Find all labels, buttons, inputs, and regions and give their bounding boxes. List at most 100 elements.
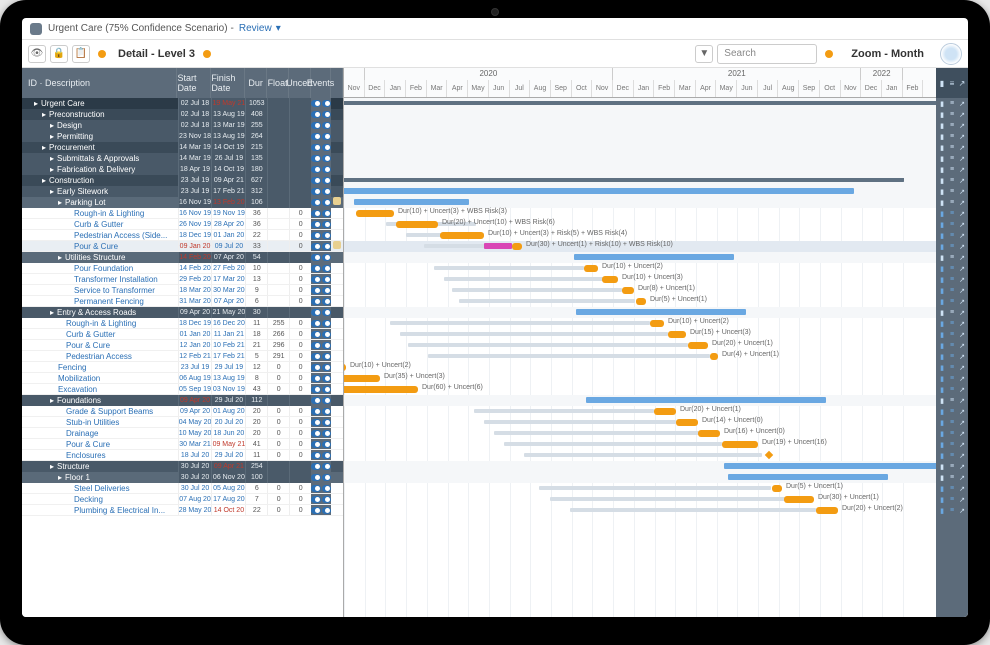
arrow-icon[interactable]: ↗ [958,232,966,240]
bars-icon[interactable]: ≡ [948,474,956,482]
arrow-icon[interactable]: ↗ [958,144,966,152]
bars-icon[interactable]: ≡ [948,485,956,493]
bars-icon[interactable]: ≡ [948,276,956,284]
bars-icon[interactable]: ≡ [948,199,956,207]
toggle-icon[interactable] [322,287,331,294]
chart-icon[interactable]: ▮ [938,265,946,273]
gantt-row[interactable]: Dur(16) + Uncert(0) [344,428,936,439]
bars-icon[interactable]: ≡ [948,397,956,405]
chart-icon[interactable]: ▮ [938,441,946,449]
expand-icon[interactable]: ▸ [50,165,54,174]
bars-icon[interactable]: ≡ [948,188,956,196]
toggle-icon[interactable] [311,397,320,404]
toggle-icon[interactable] [311,375,320,382]
chart-icon[interactable]: ▮ [938,100,946,108]
bars-icon[interactable]: ≡ [948,430,956,438]
task-row[interactable]: Pour Foundation14 Feb 2027 Feb 20100 [22,263,343,274]
toggle-icon[interactable] [311,188,320,195]
task-row[interactable]: Plumbing & Electrical In...28 May 2014 O… [22,505,343,516]
toggle-icon[interactable] [322,133,331,140]
toggle-icon[interactable] [322,265,331,272]
arrow-icon[interactable]: ↗ [958,397,966,405]
arrow-icon[interactable]: ↗ [958,199,966,207]
arrow-icon[interactable]: ↗ [958,298,966,306]
summary-row[interactable]: ▸Construction23 Jul 1909 Apr 21627 [22,175,343,186]
chart-icon[interactable]: ▮ [938,386,946,394]
gantt-row[interactable]: Dur(20) + Uncert(1) [344,406,936,417]
toggle-icon[interactable] [322,221,331,228]
expand-icon[interactable]: ▸ [50,462,54,471]
clipboard-icon[interactable]: 📋 [72,45,90,63]
toggle-icon[interactable] [322,276,331,283]
task-bar[interactable] [344,375,380,382]
bars-icon[interactable]: ≡ [948,122,956,130]
toggle-icon[interactable] [311,265,320,272]
ai-brain-icon[interactable] [940,43,962,65]
chart-icon[interactable]: ▮ [938,254,946,262]
bars-icon[interactable]: ≡ [948,166,956,174]
toggle-icon[interactable] [311,353,320,360]
task-row[interactable]: Curb & Gutter01 Jan 2011 Jan 21182660 [22,329,343,340]
toggle-icon[interactable] [322,122,331,129]
toggle-icon[interactable] [322,496,331,503]
task-row[interactable]: Pour & Cure30 Mar 2109 May 214100 [22,439,343,450]
gantt-row[interactable] [344,109,936,120]
arrow-icon[interactable]: ↗ [958,342,966,350]
task-row[interactable]: Stub-in Utilities04 May 2020 Jul 202000 [22,417,343,428]
expand-icon[interactable]: ▸ [42,176,46,185]
task-row[interactable]: Pour & Cure09 Jan 2009 Jul 20330 [22,241,343,252]
arrow-icon[interactable]: ↗ [958,331,966,339]
toggle-icon[interactable] [311,441,320,448]
toggle-icon[interactable] [311,133,320,140]
gantt-row[interactable] [344,98,936,109]
toggle-icon[interactable] [322,430,331,437]
title-review-link[interactable]: Review [239,23,272,34]
arrow-icon[interactable]: ↗ [958,309,966,317]
arrow-icon[interactable]: ↗ [958,122,966,130]
bars-icon[interactable]: ≡ [948,177,956,185]
toggle-icon[interactable] [322,485,331,492]
header-events[interactable]: Events [311,68,331,98]
header-id[interactable]: ID · Description [22,68,177,98]
gantt-row[interactable]: Dur(10) + Uncert(3) [344,274,936,285]
arrow-icon[interactable]: ↗ [958,353,966,361]
summary-row[interactable]: ▸Foundations09 Apr 2029 Jul 20112 [22,395,343,406]
toggle-icon[interactable] [311,298,320,305]
bars-icon[interactable]: ≡ [948,507,956,515]
gantt-row[interactable]: Dur(60) + Uncert(6) [344,384,936,395]
arrow-icon[interactable]: ↗ [958,463,966,471]
gantt-body[interactable]: Dur(10) + Uncert(3) + WBS Risk(3)Dur(20)… [344,98,936,617]
toggle-icon[interactable] [322,111,331,118]
task-bar[interactable] [772,485,782,492]
task-row[interactable]: Service to Transformer18 Mar 2030 Mar 20… [22,285,343,296]
task-bar[interactable] [688,342,708,349]
arrow-icon[interactable]: ↗ [958,320,966,328]
expand-icon[interactable]: ▸ [58,198,62,207]
gantt-row[interactable] [344,395,936,406]
toggle-icon[interactable] [311,474,320,481]
gantt-row[interactable]: Dur(10) + Uncert(2) [344,362,936,373]
task-bar[interactable] [784,496,814,503]
toggle-icon[interactable] [311,320,320,327]
summary-row[interactable]: ▸Fabrication & Delivery18 Apr 1914 Oct 1… [22,164,343,175]
summary-bar[interactable] [354,199,469,205]
task-bar[interactable] [816,507,838,514]
arrow-icon[interactable]: ↗ [958,507,966,515]
toggle-icon[interactable] [311,287,320,294]
gantt-row[interactable]: Dur(19) + Uncert(16) [344,439,936,450]
chart-icon[interactable]: ▮ [938,496,946,504]
lock-icon[interactable]: 🔒 [50,45,68,63]
toggle-icon[interactable] [322,199,331,206]
task-row[interactable]: Permanent Fencing31 Mar 2007 Apr 2060 [22,296,343,307]
summary-row[interactable]: ▸Design02 Jul 1813 Mar 19255 [22,120,343,131]
chart-icon[interactable]: ▮ [938,474,946,482]
toggle-icon[interactable] [322,144,331,151]
chart-icon[interactable]: ▮ [938,331,946,339]
toggle-icon[interactable] [322,507,331,514]
arrow-icon[interactable]: ↗ [958,155,966,163]
search-input[interactable]: Search [717,44,817,64]
bars-icon[interactable]: ≡ [948,309,956,317]
toggle-icon[interactable] [322,408,331,415]
arrow-icon[interactable]: ↗ [958,419,966,427]
arrow-icon[interactable]: ↗ [958,408,966,416]
